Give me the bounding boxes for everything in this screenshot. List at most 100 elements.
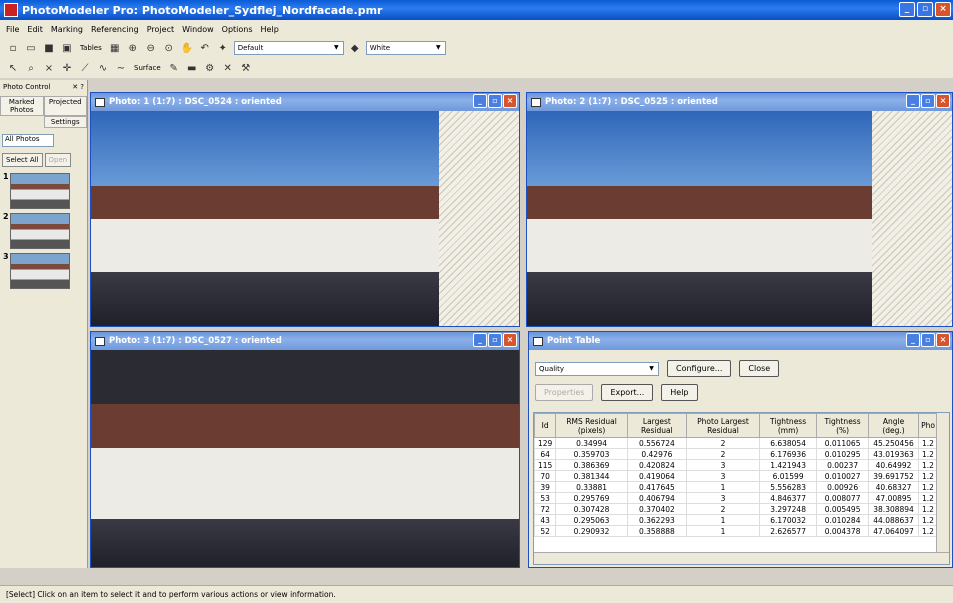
minimize-button[interactable]: _ bbox=[473, 94, 487, 108]
measure-icon[interactable]: ▬ bbox=[185, 61, 199, 75]
column-header[interactable]: Photo Largest Residual bbox=[685, 413, 761, 438]
maximize-button[interactable]: ▫ bbox=[488, 94, 502, 108]
horizontal-scrollbar[interactable] bbox=[534, 552, 949, 564]
zoom-out-icon[interactable]: ⊖ bbox=[144, 41, 158, 55]
menu-project[interactable]: Project bbox=[147, 25, 174, 34]
help-button[interactable]: Help bbox=[661, 384, 698, 401]
close-button[interactable]: × bbox=[936, 94, 950, 108]
undo-icon[interactable]: ↶ bbox=[198, 41, 212, 55]
tool-icon[interactable]: ⚒ bbox=[239, 61, 253, 75]
table-row[interactable]: 53 0.295769 0.406794 3 4.846377 0.008077 47.00… bbox=[534, 492, 938, 504]
minimize-button[interactable]: _ bbox=[906, 333, 920, 347]
photo-image[interactable] bbox=[91, 111, 519, 326]
maximize-button[interactable]: ▫ bbox=[488, 333, 502, 347]
photo-filter-select[interactable]: All Photos bbox=[2, 134, 54, 147]
select-arrow-icon[interactable]: ↖ bbox=[6, 61, 20, 75]
properties-button[interactable]: Properties bbox=[535, 384, 594, 401]
select-all-button[interactable]: Select All bbox=[2, 153, 43, 167]
quality-select[interactable]: Quality ▼ bbox=[535, 361, 659, 376]
table-row[interactable]: 39 0.33881 0.417645 1 5.556283 0.00926 40.6832… bbox=[534, 481, 938, 493]
tab-marked-photos[interactable]: Marked Photos bbox=[0, 96, 44, 116]
table-cell: 5.556283 bbox=[759, 481, 818, 493]
minimize-button[interactable]: _ bbox=[899, 2, 915, 17]
menu-referencing[interactable]: Referencing bbox=[91, 25, 139, 34]
table-row[interactable]: 129 0.34994 0.556724 2 6.638054 0.011065 45.25… bbox=[534, 437, 938, 449]
table-row[interactable]: 115 0.386369 0.420824 3 1.421943 0.00237 40.64… bbox=[534, 459, 938, 471]
column-header[interactable]: Angle (deg.) bbox=[868, 413, 920, 438]
minimize-button[interactable]: _ bbox=[906, 94, 920, 108]
tables-menu[interactable]: Tables bbox=[78, 44, 104, 52]
table-cell: 1 bbox=[685, 514, 761, 526]
table-cell: 2.626577 bbox=[759, 525, 818, 537]
reference-icon[interactable]: ⚙ bbox=[203, 61, 217, 75]
delete-icon[interactable]: ✕ bbox=[221, 61, 235, 75]
close-button[interactable]: × bbox=[936, 333, 950, 347]
column-header[interactable]: Pho bbox=[918, 413, 938, 438]
export-button[interactable]: Export... bbox=[601, 384, 654, 401]
tab-projected[interactable]: Projected bbox=[43, 96, 87, 116]
close-button[interactable]: × bbox=[935, 2, 951, 17]
add-point-icon[interactable]: ✛ bbox=[60, 61, 74, 75]
table-row[interactable]: 64 0.359703 0.42976 2 6.176936 0.010295 43.019… bbox=[534, 448, 938, 460]
close-icon[interactable]: ✕ ? bbox=[72, 83, 84, 93]
table-cell: 1.421943 bbox=[759, 459, 818, 471]
photo-window-3: Photo: 3 (1:7) : DSC_0527 : oriented _ ▫ × bbox=[90, 331, 520, 568]
menu-window[interactable]: Window bbox=[182, 25, 214, 34]
configure-button[interactable]: Configure... bbox=[667, 360, 732, 377]
menu-options[interactable]: Options bbox=[222, 25, 253, 34]
photo-thumbnail[interactable]: 1 bbox=[3, 172, 70, 209]
color-icon[interactable]: ◆ bbox=[348, 41, 362, 55]
curve-icon[interactable]: ∿ bbox=[96, 61, 110, 75]
new-file-icon[interactable]: ▫ bbox=[6, 41, 20, 55]
mark-point-icon[interactable]: × bbox=[42, 61, 56, 75]
close-table-button[interactable]: Close bbox=[739, 360, 780, 377]
menu-help[interactable]: Help bbox=[261, 25, 279, 34]
table-cell: 0.290932 bbox=[555, 525, 628, 537]
photos-icon[interactable]: ▣ bbox=[60, 41, 74, 55]
column-header[interactable]: Tightness (%) bbox=[816, 413, 870, 438]
photo-thumbnail[interactable]: 3 bbox=[3, 252, 70, 289]
grid-icon[interactable]: ▦ bbox=[108, 41, 122, 55]
pencil-icon[interactable]: ✎ bbox=[167, 61, 181, 75]
pan-icon[interactable]: ✋ bbox=[180, 41, 194, 55]
maximize-button[interactable]: ▫ bbox=[921, 333, 935, 347]
zoom-in-icon[interactable]: ⊕ bbox=[126, 41, 140, 55]
minimize-button[interactable]: _ bbox=[473, 333, 487, 347]
close-button[interactable]: × bbox=[503, 94, 517, 108]
thumb-number: 2 bbox=[3, 212, 9, 221]
table-cell: 1.2 bbox=[918, 470, 938, 482]
render-icon[interactable]: ✦ bbox=[216, 41, 230, 55]
default-combo[interactable]: Default ▼ bbox=[233, 41, 344, 55]
line-icon[interactable]: ⟋ bbox=[78, 61, 92, 75]
tab-settings[interactable]: Settings bbox=[43, 116, 87, 128]
open-folder-icon[interactable]: ▭ bbox=[24, 41, 38, 55]
table-row[interactable]: 52 0.290932 0.358888 1 2.626577 0.004378 47.06… bbox=[534, 525, 938, 537]
photo-image[interactable] bbox=[91, 350, 519, 567]
close-button[interactable]: × bbox=[503, 333, 517, 347]
maximize-button[interactable]: ▫ bbox=[917, 2, 933, 17]
zoom-fit-icon[interactable]: ⊙ bbox=[162, 41, 176, 55]
point-table-grid: Id RMS Residual (pixels) Largest Residual P… bbox=[533, 412, 950, 565]
menu-marking[interactable]: Marking bbox=[51, 25, 83, 34]
table-row[interactable]: 72 0.307428 0.370402 2 3.297248 0.005495 38.30… bbox=[534, 503, 938, 515]
column-header[interactable]: Tightness (mm) bbox=[759, 413, 818, 438]
zoom-select-icon[interactable]: ⌕ bbox=[24, 61, 38, 75]
save-icon[interactable]: ■ bbox=[42, 41, 56, 55]
photo-image[interactable] bbox=[527, 111, 952, 326]
menu-file[interactable]: File bbox=[6, 25, 19, 34]
column-header[interactable]: Largest Residual bbox=[626, 413, 687, 438]
surface-menu[interactable]: Surface bbox=[132, 64, 163, 72]
photo-control-tabs: Marked Photos Projected Settings bbox=[0, 96, 87, 128]
table-row[interactable]: 70 0.381344 0.419064 3 6.01599 0.010027 39.691… bbox=[534, 470, 938, 482]
edge-icon[interactable]: ∼ bbox=[114, 61, 128, 75]
open-button[interactable]: Open bbox=[44, 153, 72, 167]
vertical-scrollbar[interactable] bbox=[936, 413, 949, 564]
table-row[interactable]: 43 0.295063 0.362293 1 6.170032 0.010284 44.08… bbox=[534, 514, 938, 526]
menu-edit[interactable]: Edit bbox=[27, 25, 43, 34]
maximize-button[interactable]: ▫ bbox=[921, 94, 935, 108]
table-cell: 43 bbox=[534, 514, 557, 526]
white-combo[interactable]: White ▼ bbox=[365, 41, 446, 55]
photo-thumbnail[interactable]: 2 bbox=[3, 212, 70, 249]
column-header[interactable]: RMS Residual (pixels) bbox=[555, 413, 628, 438]
column-header[interactable]: Id bbox=[534, 413, 557, 438]
